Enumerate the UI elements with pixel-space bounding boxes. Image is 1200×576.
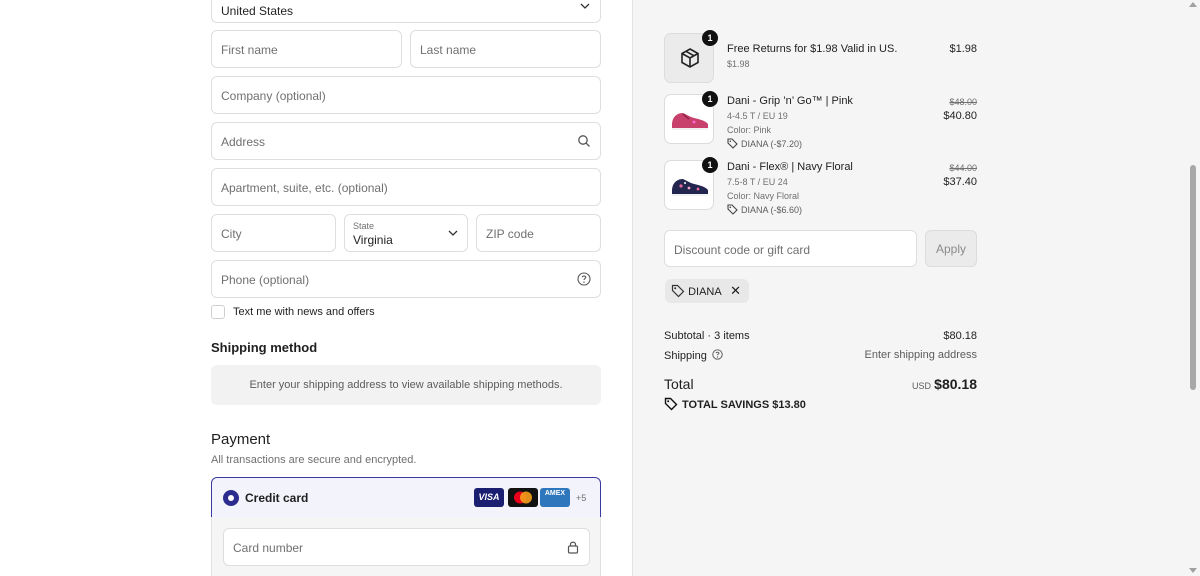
state-select[interactable]: State Virginia	[344, 214, 468, 252]
zip-field[interactable]: ZIP code	[476, 214, 601, 252]
cart-item: 1 Dani - Flex® | Navy Floral 7.5-8 T / E…	[664, 157, 977, 216]
subtotal-value: $80.18	[943, 330, 977, 342]
total-row: Total USD $80.18	[664, 376, 977, 394]
discount-code-input[interactable]: Discount code or gift card	[664, 230, 917, 267]
state-value: Virginia	[353, 233, 393, 247]
apartment-field[interactable]: Apartment, suite, etc. (optional)	[211, 168, 601, 206]
first-name-field[interactable]: First name	[211, 30, 402, 68]
country-value: United States	[221, 4, 294, 18]
shipping-row: Shipping Enter shipping address	[664, 349, 977, 362]
scrollbar-thumb[interactable]	[1190, 165, 1196, 390]
item-old-price: $48.00	[949, 97, 977, 107]
apartment-placeholder: Apartment, suite, etc. (optional)	[221, 181, 388, 195]
currency-code: USD	[911, 381, 931, 391]
item-color: Color: Pink	[727, 125, 772, 135]
payment-heading: Payment	[211, 431, 271, 448]
quantity-badge: 1	[702, 157, 718, 173]
quantity-badge: 1	[702, 91, 718, 107]
item-variant: 4-4.5 T / EU 19	[727, 111, 788, 121]
tag-icon	[671, 284, 685, 298]
item-name: Free Returns for $1.98 Valid in US.	[727, 43, 898, 55]
discount-code-placeholder: Discount code or gift card	[674, 243, 811, 257]
city-placeholder: City	[221, 227, 242, 241]
total-value: $80.18	[934, 376, 977, 392]
applied-discount-tag: DIANA ✕	[665, 279, 750, 303]
total-savings: TOTAL SAVINGS $13.80	[664, 397, 806, 411]
lock-icon	[567, 541, 579, 554]
tag-icon	[727, 138, 738, 149]
news-checkbox[interactable]	[211, 305, 225, 319]
address-placeholder: Address	[221, 135, 266, 149]
search-icon	[578, 135, 590, 147]
item-subprice: $1.98	[727, 59, 750, 69]
item-discount-text: DIANA (-$7.20)	[741, 139, 803, 149]
total-label: Total	[664, 376, 694, 392]
pink-shoe-image	[672, 113, 708, 130]
item-price: $40.80	[943, 110, 977, 122]
quantity-badge: 1	[702, 30, 718, 46]
item-name: Dani - Flex® | Navy Floral	[727, 161, 853, 173]
country-select[interactable]: United States	[211, 0, 601, 23]
tag-icon	[727, 204, 738, 215]
help-icon[interactable]	[712, 349, 723, 360]
box-icon	[681, 48, 699, 68]
card-number-field[interactable]: Card number	[223, 528, 590, 566]
mastercard-logo	[508, 488, 538, 507]
credit-card-label: Credit card	[245, 491, 309, 505]
city-field[interactable]: City	[211, 214, 336, 252]
checkout-form: United States First name Last name Compa…	[0, 0, 632, 576]
tag-icon	[664, 397, 678, 411]
item-name: Dani - Grip ’n’ Go™ | Pink	[727, 95, 853, 107]
subtotal-label: Subtotal · 3 items	[664, 330, 750, 342]
amex-logo: AMEX	[540, 488, 570, 507]
card-number-placeholder: Card number	[233, 541, 304, 555]
remove-discount-icon[interactable]: ✕	[730, 283, 741, 298]
address-field[interactable]: Address	[211, 122, 601, 160]
total-savings-text: TOTAL SAVINGS $13.80	[682, 399, 806, 411]
more-cards-count: +5	[576, 493, 587, 503]
apply-button[interactable]: Apply	[925, 230, 977, 267]
help-icon[interactable]	[577, 272, 591, 286]
item-discount-text: DIANA (-$6.60)	[741, 205, 803, 215]
last-name-placeholder: Last name	[420, 43, 477, 57]
first-name-placeholder: First name	[221, 43, 278, 57]
item-discount: DIANA (-$7.20)	[727, 138, 802, 149]
company-field[interactable]: Company (optional)	[211, 76, 601, 114]
cart-item: 1 Dani - Grip ’n’ Go™ | Pink 4-4.5 T / E…	[664, 91, 977, 150]
chevron-down-icon	[448, 230, 458, 236]
credit-card-option[interactable]: Credit card VISA AMEX +5	[211, 477, 601, 518]
visa-logo: VISA	[474, 488, 504, 507]
shipping-method-message: Enter your shipping address to view avai…	[211, 365, 601, 405]
scroll-up-arrow[interactable]	[1189, 2, 1197, 7]
zip-placeholder: ZIP code	[486, 227, 534, 241]
phone-placeholder: Phone (optional)	[221, 273, 310, 287]
shipping-label: Shipping	[664, 350, 707, 362]
item-price: $1.98	[949, 43, 977, 55]
chevron-down-icon	[580, 3, 590, 9]
news-checkbox-label: Text me with news and offers	[233, 306, 375, 318]
scroll-down-arrow[interactable]	[1189, 568, 1197, 573]
applied-discount-code: DIANA	[688, 286, 722, 298]
credit-card-radio[interactable]	[223, 490, 239, 506]
navy-shoe-image	[672, 179, 708, 196]
subtotal-row: Subtotal · 3 items $80.18	[664, 330, 977, 342]
item-variant: 7.5-8 T / EU 24	[727, 177, 788, 187]
cart-item: 1 Free Returns for $1.98 Valid in US. $1…	[664, 30, 977, 83]
shipping-value: Enter shipping address	[864, 349, 977, 361]
item-discount: DIANA (-$6.60)	[727, 204, 802, 215]
phone-field[interactable]: Phone (optional)	[211, 260, 601, 298]
payment-subtitle: All transactions are secure and encrypte…	[211, 454, 417, 466]
company-placeholder: Company (optional)	[221, 89, 326, 103]
item-price: $37.40	[943, 176, 977, 188]
item-color: Color: Navy Floral	[727, 191, 800, 201]
state-label: State	[353, 221, 375, 231]
last-name-field[interactable]: Last name	[410, 30, 601, 68]
item-old-price: $44.00	[949, 163, 977, 173]
shipping-method-heading: Shipping method	[211, 340, 318, 355]
